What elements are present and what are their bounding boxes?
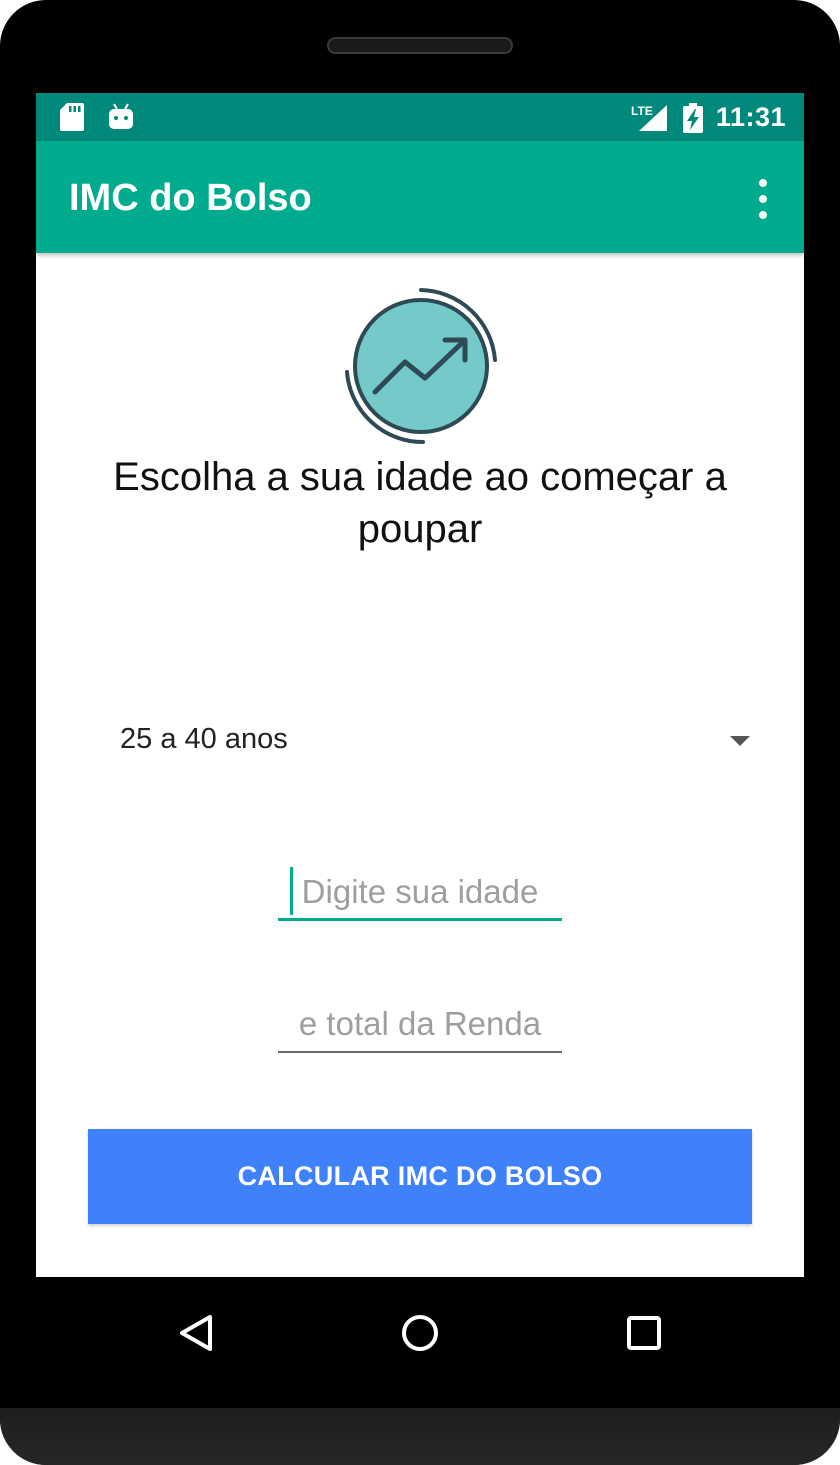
text-cursor <box>290 867 293 915</box>
home-icon[interactable] <box>390 1303 450 1363</box>
battery-charging-icon <box>683 103 703 133</box>
income-field <box>278 995 562 1053</box>
back-icon[interactable] <box>166 1303 226 1363</box>
page-headline: Escolha a sua idade ao começar a poupar <box>113 455 727 551</box>
status-bar: LTE 11:31 <box>36 93 804 141</box>
recents-icon[interactable] <box>614 1303 674 1363</box>
app-screen: LTE 11:31 IMC do Bolso Escolha a sua ida… <box>36 93 804 1277</box>
calculate-button[interactable]: CALCULAR IMC DO BOLSO <box>88 1129 752 1224</box>
phone-frame: LTE 11:31 IMC do Bolso Escolha a sua ida… <box>0 0 840 1465</box>
trending-up-chart-icon <box>345 288 497 445</box>
age-range-dropdown[interactable]: 25 a 40 anos <box>120 713 750 769</box>
earpiece-speaker <box>327 37 513 54</box>
more-vert-icon[interactable] <box>752 179 774 219</box>
age-input-underline <box>278 918 562 921</box>
phone-chin <box>0 1408 840 1465</box>
age-range-selected: 25 a 40 anos <box>120 723 288 755</box>
age-input[interactable] <box>278 863 562 921</box>
navigation-bar <box>0 1277 840 1408</box>
app-title: IMC do Bolso <box>69 177 312 219</box>
sd-card-icon <box>60 103 84 131</box>
age-field <box>278 863 562 921</box>
dropdown-arrow-icon <box>730 736 750 746</box>
app-bar: IMC do Bolso <box>36 141 804 253</box>
network-label: LTE <box>631 104 653 118</box>
income-input[interactable] <box>278 995 562 1053</box>
income-input-underline <box>278 1051 562 1053</box>
android-icon <box>109 103 133 129</box>
lte-signal-icon: LTE <box>631 104 667 131</box>
status-time: 11:31 <box>715 102 786 132</box>
